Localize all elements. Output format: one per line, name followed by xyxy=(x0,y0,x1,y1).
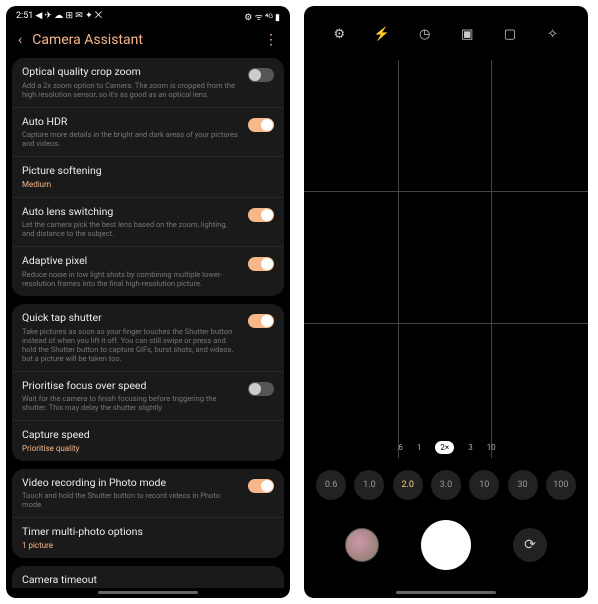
shutter-row: ⟳ xyxy=(304,508,588,588)
zoom-tick[interactable]: 2× xyxy=(435,441,454,454)
camera-phone: ⚙ ⚡ ◷ ▣ ▢ ✧ .6 1 2× 3 10 0.6 1.0 2.0 3.0 10 30 100… xyxy=(304,6,588,598)
status-right-icons: ⚙ ᯤ ⁴ᴳ ▮ xyxy=(244,10,280,23)
shutter-button[interactable] xyxy=(421,520,471,570)
row-text: Camera timeout1 minute xyxy=(22,574,274,588)
settings-row[interactable]: Picture softening Medium xyxy=(12,157,284,198)
toggle-switch[interactable] xyxy=(248,314,274,328)
toggle-switch[interactable] xyxy=(248,208,274,222)
toggle-switch[interactable] xyxy=(248,257,274,271)
zoom-tick[interactable]: .6 xyxy=(396,443,403,452)
row-value: Medium xyxy=(22,180,274,189)
row-desc: Wait for the camera to finish focusing b… xyxy=(22,394,240,412)
settings-row[interactable]: Timer multi-photo options 1 picture xyxy=(12,518,284,558)
settings-row[interactable]: Optical quality crop zoom Add a 2x zoom o… xyxy=(12,58,284,108)
row-label: Prioritise focus over speed xyxy=(22,380,240,393)
zoom-chip[interactable]: 0.6 xyxy=(316,470,346,500)
status-left: 2:51 ◀ ✈ ☁ ⊞ ✉ ✦ ⨉ xyxy=(16,11,102,21)
viewfinder[interactable]: .6 1 2× 3 10 xyxy=(304,60,588,458)
row-text: Timer multi-photo options 1 picture xyxy=(22,526,274,550)
row-desc: Take pictures as soon as your finger tou… xyxy=(22,327,240,363)
settings-row[interactable]: Camera timeout1 minute xyxy=(12,566,284,588)
row-label: Capture speed xyxy=(22,429,274,442)
row-text: Auto HDRCapture more details in the brig… xyxy=(22,116,240,149)
row-text: Picture softening Medium xyxy=(22,165,274,189)
row-label: Video recording in Photo mode xyxy=(22,477,240,490)
status-time: 2:51 xyxy=(16,11,33,21)
gesture-bar[interactable] xyxy=(98,591,198,594)
settings-group: Quick tap shutter Take pictures as soon a… xyxy=(12,304,284,461)
filter-icon[interactable]: ✧ xyxy=(545,26,561,42)
settings-row[interactable]: Video recording in Photo modeTouch and h… xyxy=(12,469,284,519)
row-value: Prioritise quality xyxy=(22,444,274,453)
row-text: Auto lens switchingLet the camera pick t… xyxy=(22,206,240,239)
row-desc: Touch and hold the Shutter button to rec… xyxy=(22,491,240,509)
row-text: Video recording in Photo modeTouch and h… xyxy=(22,477,240,510)
row-desc: Let the camera pick the best lens based … xyxy=(22,220,240,238)
switch-camera-button[interactable]: ⟳ xyxy=(513,528,547,562)
row-label: Quick tap shutter xyxy=(22,312,240,325)
settings-row[interactable]: Capture speed Prioritise quality xyxy=(12,421,284,461)
row-label: Timer multi-photo options xyxy=(22,526,274,539)
settings-group: Camera timeout1 minute xyxy=(12,566,284,588)
grid-line xyxy=(304,323,588,324)
zoom-tick[interactable]: 3 xyxy=(468,443,473,452)
header: ‹ Camera Assistant ⋮ xyxy=(6,26,290,58)
status-left-icons: ◀ ✈ ☁ ⊞ ✉ ✦ ⨉ xyxy=(35,11,102,21)
settings-row[interactable]: Auto lens switchingLet the camera pick t… xyxy=(12,198,284,248)
settings-group: Optical quality crop zoom Add a 2x zoom o… xyxy=(12,58,284,296)
row-text: Adaptive pixel Reduce noise in low light … xyxy=(22,255,240,288)
flash-icon[interactable]: ⚡ xyxy=(374,26,390,42)
zoom-tick[interactable]: 10 xyxy=(487,443,496,452)
grid-line xyxy=(491,60,492,458)
settings-row[interactable]: Adaptive pixel Reduce noise in low light … xyxy=(12,247,284,296)
settings-icon[interactable]: ⚙ xyxy=(331,26,347,42)
row-label: Auto lens switching xyxy=(22,206,240,219)
zoom-chip-row: 0.6 1.0 2.0 3.0 10 30 100 xyxy=(304,458,588,508)
gallery-thumbnail[interactable] xyxy=(345,528,379,562)
status-bar: 2:51 ◀ ✈ ☁ ⊞ ✉ ✦ ⨉ ⚙ ᯤ ⁴ᴳ ▮ xyxy=(6,6,290,26)
zoom-chip[interactable]: 3.0 xyxy=(431,470,461,500)
toggle-switch[interactable] xyxy=(248,382,274,396)
row-label: Adaptive pixel xyxy=(22,255,240,268)
zoom-chip[interactable]: 10 xyxy=(469,470,499,500)
back-button[interactable]: ‹ xyxy=(18,32,22,48)
motion-icon[interactable]: ▢ xyxy=(502,26,518,42)
page-title: Camera Assistant xyxy=(32,32,254,48)
row-desc: Reduce noise in low light shots by combi… xyxy=(22,270,240,288)
settings-row[interactable]: Auto HDRCapture more details in the brig… xyxy=(12,108,284,158)
more-button[interactable]: ⋮ xyxy=(264,32,278,48)
zoom-chip[interactable]: 30 xyxy=(508,470,538,500)
settings-list[interactable]: Optical quality crop zoom Add a 2x zoom o… xyxy=(6,58,290,588)
toggle-switch[interactable] xyxy=(248,479,274,493)
settings-phone: 2:51 ◀ ✈ ☁ ⊞ ✉ ✦ ⨉ ⚙ ᯤ ⁴ᴳ ▮ ‹ Camera Ass… xyxy=(6,6,290,598)
zoom-chip[interactable]: 2.0 xyxy=(393,470,423,500)
row-text: Quick tap shutter Take pictures as soon a… xyxy=(22,312,240,363)
toggle-switch[interactable] xyxy=(248,68,274,82)
grid-line xyxy=(304,191,588,192)
row-desc: Add a 2x zoom option to Camera. The zoom… xyxy=(22,81,240,99)
settings-row[interactable]: Prioritise focus over speedWait for the … xyxy=(12,372,284,422)
zoom-tick[interactable]: 1 xyxy=(417,443,422,452)
row-label: Picture softening xyxy=(22,165,274,178)
row-text: Prioritise focus over speedWait for the … xyxy=(22,380,240,413)
row-label: Auto HDR xyxy=(22,116,240,129)
settings-row[interactable]: Quick tap shutter Take pictures as soon a… xyxy=(12,304,284,372)
row-desc: Capture more details in the bright and d… xyxy=(22,130,240,148)
row-label: Optical quality crop zoom xyxy=(22,66,240,79)
ratio-icon[interactable]: ▣ xyxy=(459,26,475,42)
row-value: 1 picture xyxy=(22,541,274,550)
row-text: Optical quality crop zoom Add a 2x zoom o… xyxy=(22,66,240,99)
status-right: ⚙ ᯤ ⁴ᴳ ▮ xyxy=(244,10,280,23)
gesture-bar[interactable] xyxy=(396,591,496,594)
row-label: Camera timeout xyxy=(22,574,274,587)
zoom-chip[interactable]: 1.0 xyxy=(354,470,384,500)
zoom-row: .6 1 2× 3 10 xyxy=(304,441,588,454)
grid-line xyxy=(398,60,399,458)
toggle-switch[interactable] xyxy=(248,118,274,132)
zoom-chip[interactable]: 100 xyxy=(546,470,576,500)
camera-top-bar: ⚙ ⚡ ◷ ▣ ▢ ✧ xyxy=(304,6,588,52)
row-text: Capture speed Prioritise quality xyxy=(22,429,274,453)
timer-icon[interactable]: ◷ xyxy=(417,26,433,42)
settings-group: Video recording in Photo modeTouch and h… xyxy=(12,469,284,558)
